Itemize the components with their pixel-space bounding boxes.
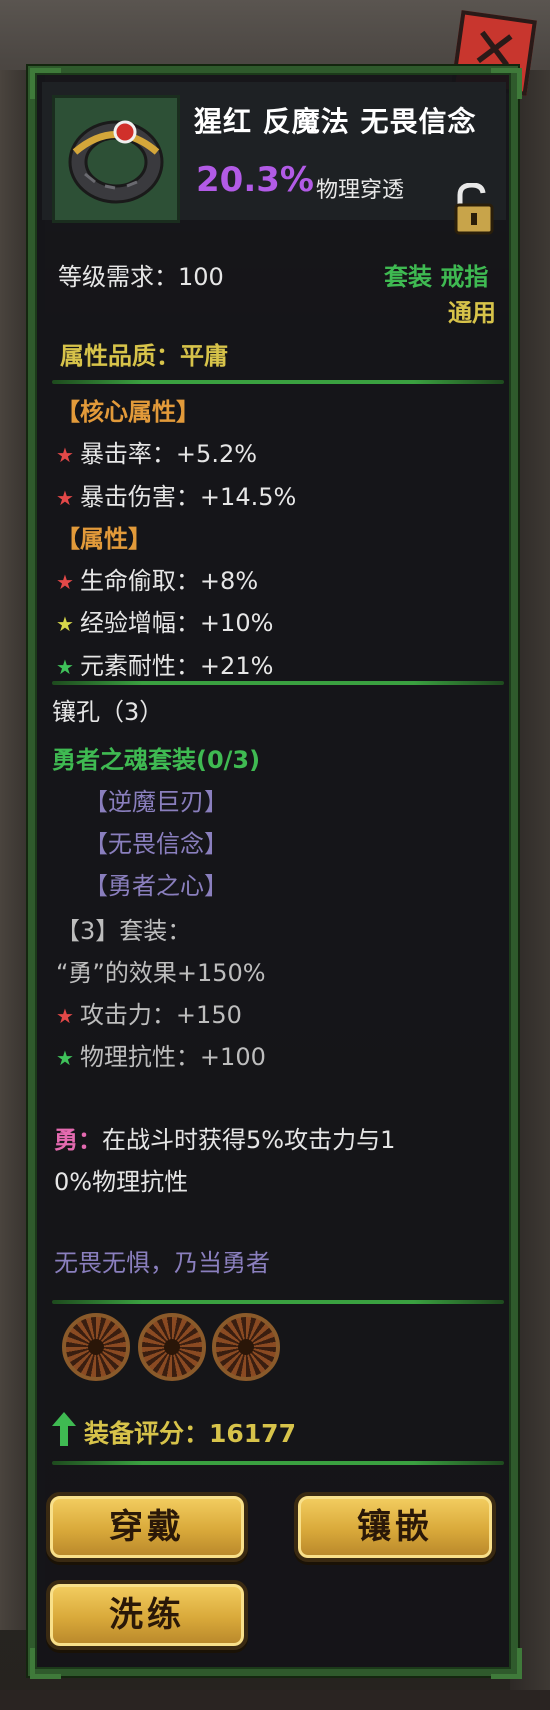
set-effect-line2: 0%物理抗性: [54, 1168, 189, 1196]
sockets-label: 镶孔（3）: [52, 698, 164, 726]
panel-corner-ornament: [30, 1648, 61, 1679]
main-stat-value: 20.3%: [196, 160, 314, 200]
panel-corner-ornament: [491, 1648, 522, 1679]
set-bonus-stat: ★ 攻击力：+150: [56, 1001, 242, 1029]
divider: [52, 1461, 504, 1465]
divider: [52, 380, 504, 384]
item-class: 通用: [448, 299, 496, 327]
set-piece: 【逆魔巨刃】: [84, 788, 228, 816]
stat-line: ★ 元素耐性：+21%: [56, 652, 274, 680]
star-icon: ★: [56, 486, 74, 510]
stat-line: ★ 暴击伤害：+14.5%: [56, 483, 297, 511]
item-type: 套装 戒指: [384, 263, 489, 291]
level-requirement: 等级需求：100: [58, 263, 224, 291]
set-bonus-effect: “勇”的效果+150%: [56, 959, 266, 987]
arrow-up-icon: [52, 1412, 76, 1446]
wear-button[interactable]: 穿戴: [46, 1492, 248, 1562]
set-piece: 【勇者之心】: [84, 872, 228, 900]
divider: [52, 681, 504, 685]
attributes-header: 【属性】: [56, 525, 152, 553]
gem-socket-2[interactable]: [138, 1313, 206, 1381]
set-bonus-header: 【3】套装：: [56, 917, 192, 945]
star-icon: ★: [56, 443, 74, 467]
main-stat-label: 物理穿透: [316, 178, 405, 203]
set-piece: 【无畏信念】: [84, 830, 228, 858]
gem-socket-1[interactable]: [62, 1313, 130, 1381]
item-icon-frame: [52, 95, 180, 223]
flavor-text: 无畏无惧，乃当勇者: [54, 1249, 270, 1277]
item-name: 猩红 反魔法 无畏信念: [194, 105, 477, 138]
inlay-button[interactable]: 镶嵌: [294, 1492, 496, 1562]
star-icon: ★: [56, 570, 74, 594]
star-icon: ★: [56, 1046, 74, 1070]
stat-line: ★ 暴击率：+5.2%: [56, 440, 258, 468]
star-icon: ★: [56, 612, 74, 636]
set-bonus-stat: ★ 物理抗性：+100: [56, 1043, 266, 1071]
unlock-icon[interactable]: [452, 183, 496, 235]
gem-socket-3[interactable]: [212, 1313, 280, 1381]
attribute-quality: 属性品质：平庸: [60, 342, 228, 370]
set-effect-line1: 勇：在战斗时获得5%攻击力与1: [54, 1126, 396, 1154]
ring-icon: [68, 120, 164, 204]
equipment-score: 装备评分：16177: [84, 1419, 296, 1448]
stat-line: ★ 经验增幅：+10%: [56, 609, 274, 637]
core-attributes-header: 【核心属性】: [56, 398, 200, 426]
refine-button[interactable]: 洗练: [46, 1580, 248, 1650]
set-title: 勇者之魂套装(0/3): [52, 746, 261, 774]
divider: [52, 1300, 504, 1304]
star-icon: ★: [56, 655, 74, 679]
stat-line: ★ 生命偷取：+8%: [56, 567, 259, 595]
star-icon: ★: [56, 1004, 74, 1028]
background-bottom-strip: [0, 1690, 550, 1710]
